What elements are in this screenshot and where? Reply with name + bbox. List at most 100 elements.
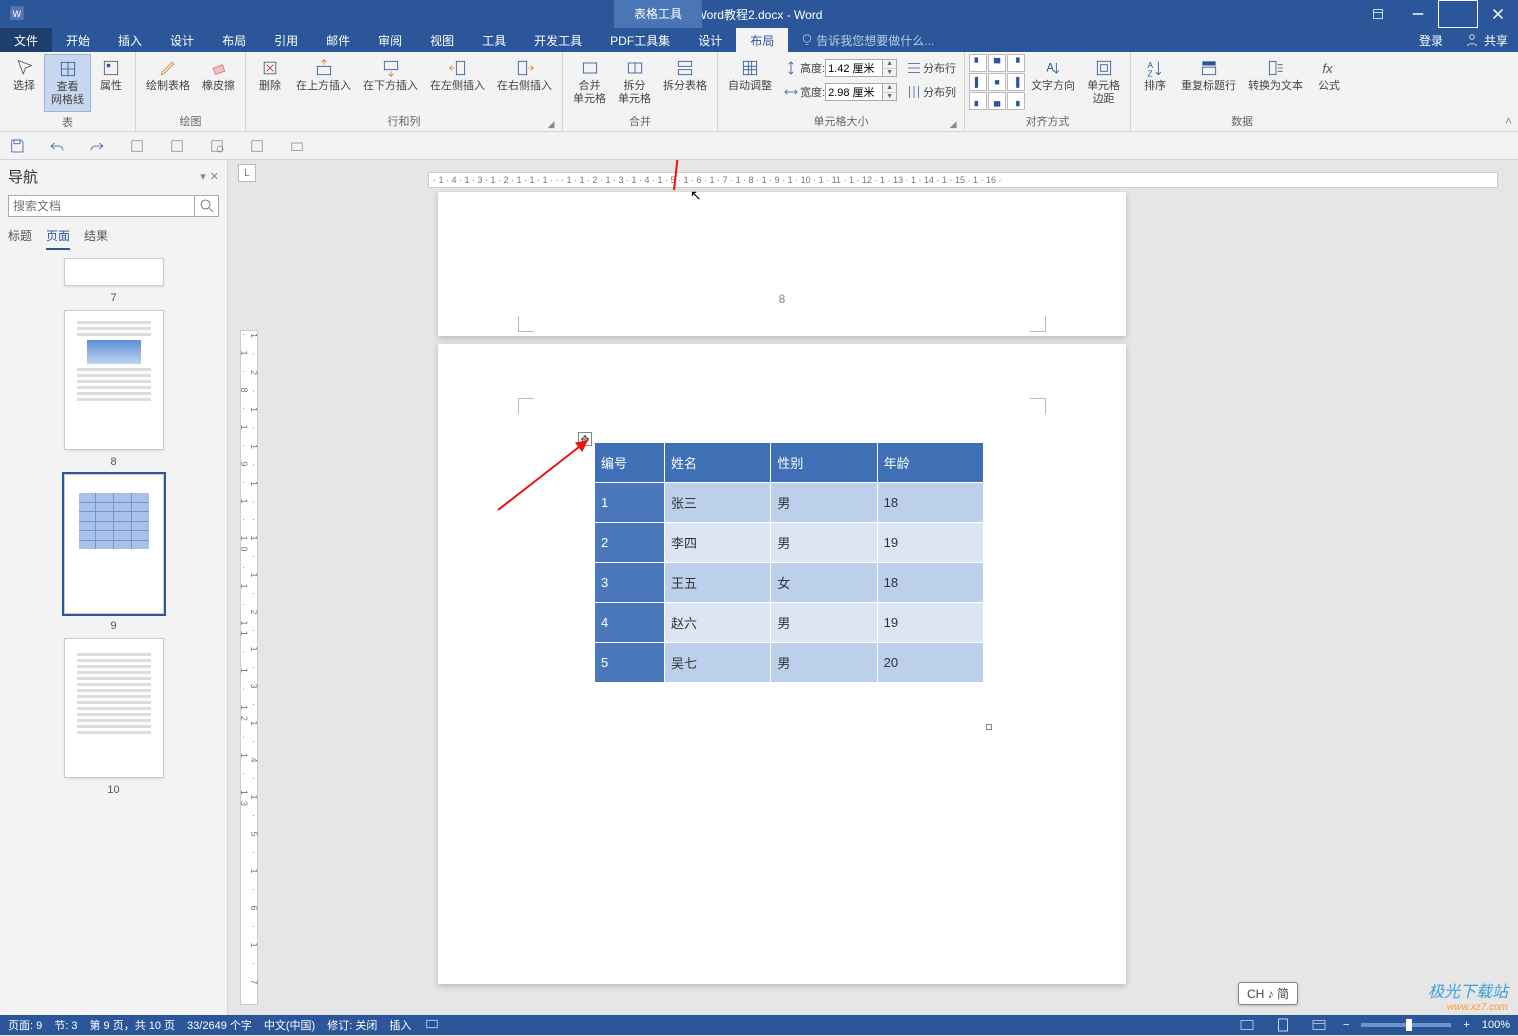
tab-table-design[interactable]: 设计: [684, 28, 736, 52]
tab-tools[interactable]: 工具: [468, 28, 520, 52]
content-table[interactable]: 编号 姓名 性别 年龄 1张三男18 2李四男19 3王五女18 4赵六男19 …: [594, 442, 984, 683]
nav-tab-headings[interactable]: 标题: [8, 227, 32, 250]
qa-btn-6[interactable]: [206, 135, 228, 157]
dialog-launcher[interactable]: ◢: [948, 119, 958, 129]
login-link[interactable]: 登录: [1409, 28, 1453, 52]
status-page-of[interactable]: 第 9 页，共 10 页: [89, 1017, 175, 1033]
close-button[interactable]: [1478, 0, 1518, 28]
table-header-row[interactable]: 编号 姓名 性别 年龄: [595, 443, 984, 483]
status-word-count[interactable]: 33/2649 个字: [187, 1017, 252, 1033]
alignment-grid[interactable]: ▘▀▝▌■▐▖▄▗: [969, 54, 1025, 110]
table-row[interactable]: 3王五女18: [595, 563, 984, 603]
tab-home[interactable]: 开始: [52, 28, 104, 52]
status-section[interactable]: 节: 3: [54, 1017, 77, 1033]
ruler-corner[interactable]: L: [238, 164, 256, 182]
nav-tab-pages[interactable]: 页面: [46, 227, 70, 250]
qa-btn-4[interactable]: [126, 135, 148, 157]
tell-me-search[interactable]: 告诉我您想要做什么...: [798, 28, 934, 52]
status-language[interactable]: 中文(中国): [264, 1017, 315, 1033]
status-insert-mode[interactable]: 插入: [389, 1017, 411, 1033]
width-input[interactable]: [825, 83, 883, 101]
table-row[interactable]: 2李四男19: [595, 523, 984, 563]
merge-cells-button[interactable]: 合并 单元格: [567, 54, 612, 110]
table-resize-handle[interactable]: [986, 724, 992, 730]
eraser-button[interactable]: 橡皮擦: [196, 54, 241, 97]
table-row[interactable]: 5吴七男20: [595, 643, 984, 683]
redo-button[interactable]: [86, 135, 108, 157]
distribute-cols-button[interactable]: 分布列: [903, 82, 958, 102]
distribute-rows-button[interactable]: 分布行: [903, 58, 958, 78]
split-cells-button[interactable]: 拆分 单元格: [612, 54, 657, 110]
ribbon-display-options[interactable]: [1358, 0, 1398, 28]
split-table-button[interactable]: 拆分表格: [657, 54, 713, 97]
table-row[interactable]: 1张三男18: [595, 483, 984, 523]
zoom-out-button[interactable]: −: [1343, 1019, 1349, 1031]
dialog-launcher[interactable]: ◢: [546, 119, 556, 129]
maximize-button[interactable]: [1438, 0, 1478, 28]
header-age[interactable]: 年龄: [877, 443, 983, 483]
zoom-slider[interactable]: [1361, 1023, 1451, 1027]
qa-btn-7[interactable]: [246, 135, 268, 157]
select-button[interactable]: 选择: [4, 54, 44, 97]
autofit-button[interactable]: 自动调整: [722, 54, 778, 97]
tab-pdf-tools[interactable]: PDF工具集: [596, 28, 684, 52]
page-thumbnail-9[interactable]: [64, 474, 164, 614]
properties-button[interactable]: 属性: [91, 54, 131, 97]
insert-left-button[interactable]: 在左侧插入: [424, 54, 491, 97]
nav-tab-results[interactable]: 结果: [84, 227, 108, 250]
status-extra-icon[interactable]: [423, 1015, 441, 1036]
delete-button[interactable]: 删除: [250, 54, 290, 97]
table-row[interactable]: 4赵六男19: [595, 603, 984, 643]
search-button[interactable]: [195, 195, 219, 217]
insert-below-button[interactable]: 在下方插入: [357, 54, 424, 97]
tab-design[interactable]: 设计: [156, 28, 208, 52]
formula-button[interactable]: fx公式: [1309, 54, 1349, 97]
qa-btn-5[interactable]: [166, 135, 188, 157]
view-web-layout[interactable]: [1307, 1017, 1331, 1033]
view-gridlines-button[interactable]: 查看 网格线: [44, 54, 91, 112]
zoom-in-button[interactable]: +: [1463, 1019, 1469, 1031]
save-button[interactable]: [6, 135, 28, 157]
vertical-ruler[interactable]: 1 · 2 · 1 · 1 · 1 · · 1 · 1 · 2 · 1 · 3 …: [240, 330, 258, 1005]
repeat-header-button[interactable]: 重复标题行: [1175, 54, 1242, 97]
tab-references[interactable]: 引用: [260, 28, 312, 52]
undo-button[interactable]: [46, 135, 68, 157]
status-track-changes[interactable]: 修订: 关闭: [327, 1017, 377, 1033]
tab-layout[interactable]: 布局: [208, 28, 260, 52]
zoom-level[interactable]: 100%: [1482, 1019, 1510, 1031]
page-thumbnail-7[interactable]: [64, 258, 164, 286]
header-name[interactable]: 姓名: [665, 443, 771, 483]
qa-btn-8[interactable]: [286, 135, 308, 157]
tab-file[interactable]: 文件: [0, 28, 52, 52]
tab-view[interactable]: 视图: [416, 28, 468, 52]
collapse-ribbon-button[interactable]: ˄: [1505, 114, 1512, 128]
nav-close-button[interactable]: ✕: [210, 170, 219, 183]
page-thumbnail-10[interactable]: [64, 638, 164, 778]
share-button[interactable]: 共享: [1453, 28, 1518, 52]
tab-insert[interactable]: 插入: [104, 28, 156, 52]
text-direction-button[interactable]: A文字方向: [1025, 54, 1081, 97]
sort-button[interactable]: AZ排序: [1135, 54, 1175, 97]
cell-margins-button[interactable]: 单元格 边距: [1081, 54, 1126, 110]
status-page[interactable]: 页面: 9: [8, 1017, 42, 1033]
height-input[interactable]: [825, 59, 883, 77]
horizontal-ruler[interactable]: · 1 · 4 · 1 · 3 · 1 · 2 · 1 · 1 · 1 · · …: [428, 172, 1498, 188]
header-gender[interactable]: 性别: [771, 443, 877, 483]
ime-indicator[interactable]: CH ♪ 简: [1238, 982, 1298, 1005]
tab-table-layout[interactable]: 布局: [736, 28, 788, 52]
insert-above-button[interactable]: 在上方插入: [290, 54, 357, 97]
insert-right-button[interactable]: 在右侧插入: [491, 54, 558, 97]
height-spinner[interactable]: ▲▼: [883, 59, 897, 77]
search-input[interactable]: [8, 195, 195, 217]
nav-dropdown[interactable]: ▾: [200, 170, 206, 183]
minimize-button[interactable]: [1398, 0, 1438, 28]
tab-developer[interactable]: 开发工具: [520, 28, 596, 52]
page-thumbnail-8[interactable]: [64, 310, 164, 450]
convert-to-text-button[interactable]: 转换为文本: [1242, 54, 1309, 97]
draw-table-button[interactable]: 绘制表格: [140, 54, 196, 97]
tab-review[interactable]: 审阅: [364, 28, 416, 52]
view-print-layout[interactable]: [1271, 1017, 1295, 1033]
view-read-mode[interactable]: [1235, 1017, 1259, 1033]
tab-mailings[interactable]: 邮件: [312, 28, 364, 52]
width-spinner[interactable]: ▲▼: [883, 83, 897, 101]
